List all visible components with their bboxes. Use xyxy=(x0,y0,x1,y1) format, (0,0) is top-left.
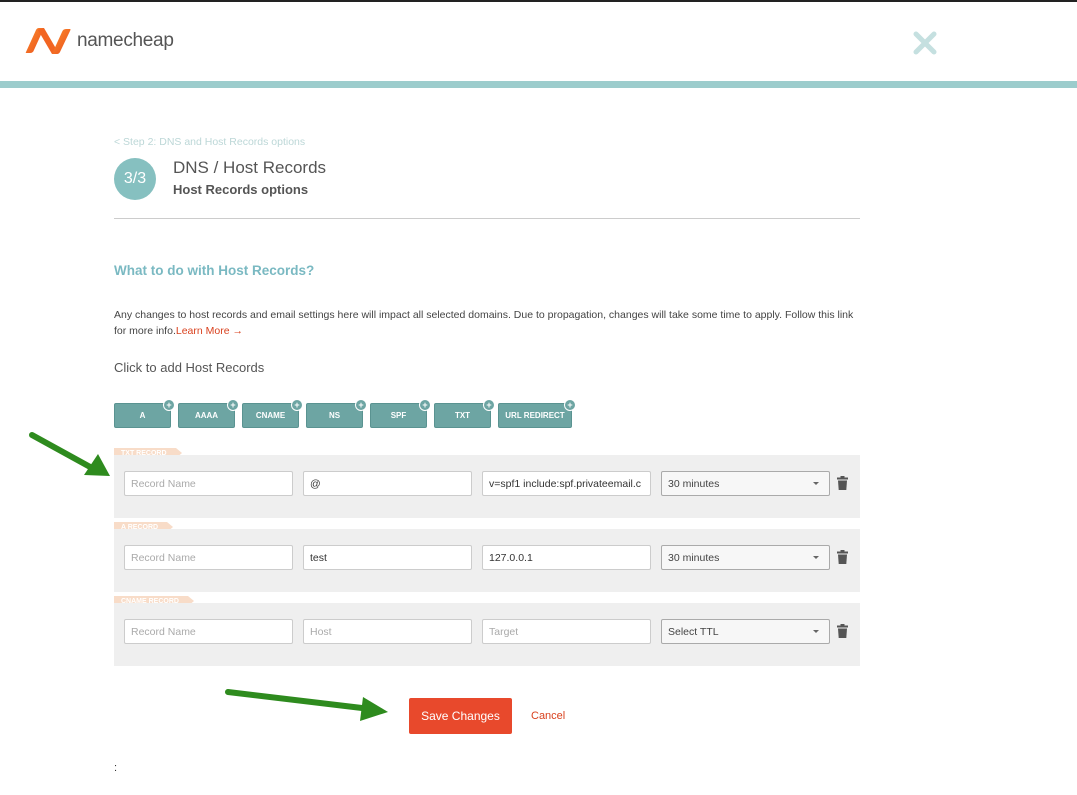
caret-down-icon xyxy=(813,556,819,559)
add-cname-record-button[interactable]: CNAME + xyxy=(242,399,303,428)
add-url-redirect-button[interactable]: URL REDIRECT + xyxy=(498,399,576,428)
ttl-value: 30 minutes xyxy=(668,477,720,490)
namecheap-n-icon xyxy=(25,28,71,54)
button-label: A xyxy=(139,411,146,420)
stray-text: : xyxy=(114,762,118,774)
value-input[interactable]: v=spf1 include:spf.privateemail.c xyxy=(482,471,651,496)
record-name-input[interactable]: Record Name xyxy=(124,545,293,570)
add-spf-record-button[interactable]: SPF + xyxy=(370,399,431,428)
namecheap-logo[interactable]: namecheap xyxy=(24,26,174,56)
ttl-select[interactable]: 30 minutes xyxy=(661,545,830,570)
record-name-input[interactable]: Record Name xyxy=(124,471,293,496)
section-heading: What to do with Host Records? xyxy=(114,263,315,278)
header: namecheap xyxy=(0,2,1077,82)
back-step-link[interactable]: < Step 2: DNS and Host Records options xyxy=(114,136,305,148)
header-accent-bar xyxy=(0,81,1077,88)
ttl-value: Select TTL xyxy=(668,625,719,638)
button-label: AAAA xyxy=(194,411,219,420)
learn-more-link[interactable]: Learn More → xyxy=(176,325,243,337)
add-a-record-button[interactable]: A + xyxy=(114,399,175,428)
plus-icon: + xyxy=(291,399,303,411)
brand-name: namecheap xyxy=(77,30,174,51)
divider xyxy=(114,218,860,219)
trash-icon[interactable] xyxy=(837,476,848,490)
trash-icon[interactable] xyxy=(837,624,848,638)
add-txt-record-button[interactable]: TXT + xyxy=(434,399,495,428)
info-text: Any changes to host records and email se… xyxy=(114,307,860,339)
plus-icon: + xyxy=(483,399,495,411)
add-ns-record-button[interactable]: NS + xyxy=(306,399,367,428)
save-changes-button[interactable]: Save Changes xyxy=(409,698,512,734)
trash-icon[interactable] xyxy=(837,550,848,564)
annotation-arrow-icon xyxy=(29,432,110,476)
ttl-select[interactable]: Select TTL xyxy=(661,619,830,644)
plus-icon: + xyxy=(163,399,175,411)
add-aaaa-record-button[interactable]: AAAA + xyxy=(178,399,239,428)
wizard-title: DNS / Host Records xyxy=(173,158,327,177)
plus-icon: + xyxy=(419,399,431,411)
host-input[interactable]: @ xyxy=(303,471,472,496)
plus-icon: + xyxy=(227,399,239,411)
wizard-subtitle: Host Records options xyxy=(173,182,309,197)
plus-icon: + xyxy=(355,399,367,411)
ttl-select[interactable]: 30 minutes xyxy=(661,471,830,496)
cancel-link[interactable]: Cancel xyxy=(531,710,565,722)
button-label: URL REDIRECT xyxy=(505,411,565,420)
close-icon[interactable] xyxy=(906,24,944,62)
caret-down-icon xyxy=(813,482,819,485)
ttl-value: 30 minutes xyxy=(668,551,720,564)
button-label: CNAME xyxy=(255,411,286,420)
button-label: TXT xyxy=(454,411,471,420)
button-label: NS xyxy=(328,411,341,420)
ip-address-input[interactable]: 127.0.0.1 xyxy=(482,545,651,570)
plus-icon: + xyxy=(564,399,576,411)
button-label: SPF xyxy=(390,411,407,420)
add-records-label: Click to add Host Records xyxy=(114,360,265,375)
host-input[interactable]: Host xyxy=(303,619,472,644)
caret-down-icon xyxy=(813,630,819,633)
target-input[interactable]: Target xyxy=(482,619,651,644)
host-input[interactable]: test xyxy=(303,545,472,570)
step-indicator: 3/3 xyxy=(114,158,156,200)
annotation-arrow-icon xyxy=(225,689,388,721)
record-name-input[interactable]: Record Name xyxy=(124,619,293,644)
